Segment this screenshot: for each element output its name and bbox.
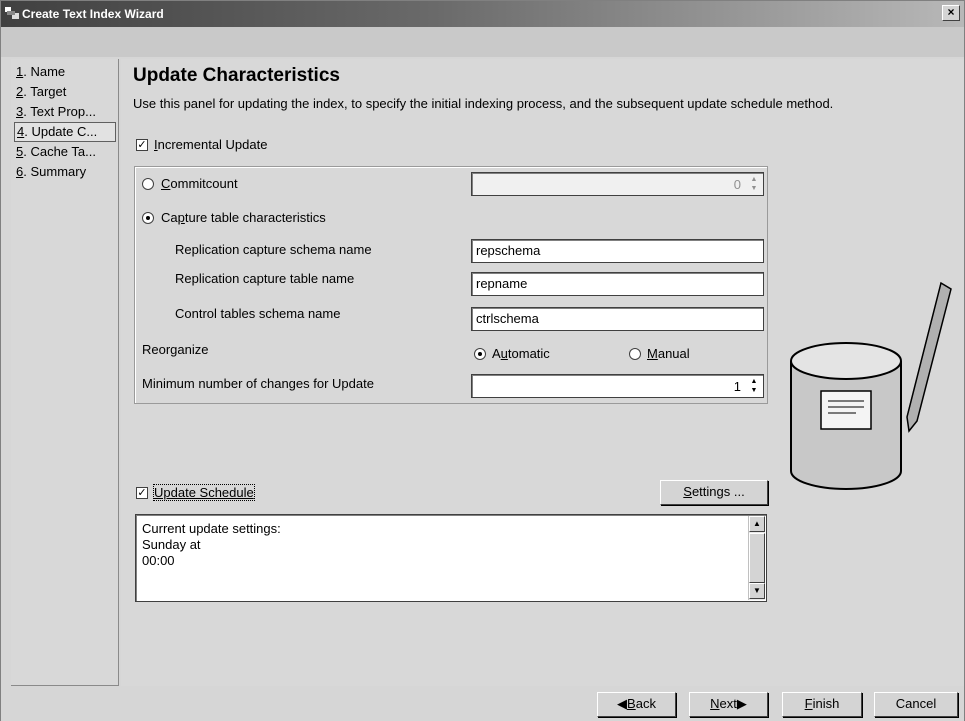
next-button[interactable]: Next▶ (689, 692, 768, 717)
incremental-update-label[interactable]: Incremental Update (154, 137, 267, 152)
database-pencil-illustration (790, 281, 952, 490)
cancel-button[interactable]: Cancel (874, 692, 958, 717)
reorganize-automatic-label[interactable]: Automatic (492, 346, 550, 361)
spin-down-icon[interactable]: ▼ (747, 184, 761, 193)
commitcount-label[interactable]: Commitcount (161, 176, 238, 191)
capture-table-radio[interactable] (142, 212, 154, 224)
update-options-group: Commitcount 0 ▲ ▼ Capture table characte… (134, 166, 768, 404)
settings-line: Sunday at (142, 537, 201, 552)
nav-step-name[interactable]: 1. Name (14, 63, 116, 83)
wizard-app-icon (5, 7, 19, 19)
finish-button[interactable]: Finish (782, 692, 862, 717)
min-changes-spin-buttons[interactable]: ▲ ▼ (747, 377, 761, 395)
reorganize-manual-label[interactable]: Manual (647, 346, 690, 361)
min-changes-value: 1 (733, 379, 741, 394)
window-title: Create Text Index Wizard (22, 7, 164, 21)
settings-line: Current update settings: (142, 521, 281, 536)
capture-schema-label: Replication capture schema name (175, 242, 372, 257)
update-schedule-checkbox[interactable]: ✓ (136, 487, 148, 499)
spin-up-icon[interactable]: ▲ (747, 377, 761, 386)
nav-step-summary[interactable]: 6. Summary (14, 163, 116, 183)
header-band (1, 27, 964, 57)
reorganize-label: Reorganize (142, 342, 209, 357)
spin-up-icon[interactable]: ▲ (747, 175, 761, 184)
scroll-thumb[interactable] (749, 533, 765, 583)
close-button[interactable]: × (942, 5, 960, 21)
capture-table-label[interactable]: Capture table characteristics (161, 210, 326, 225)
back-button[interactable]: ◀Back (597, 692, 676, 717)
min-changes-spinner[interactable]: 1 ▲ ▼ (471, 374, 764, 398)
wizard-window: Create Text Index Wizard × 1. Name 2. Ta… (0, 0, 965, 721)
capture-table-name-input[interactable]: repname (471, 272, 764, 296)
current-settings-textarea[interactable]: Current update settings: Sunday at 00:00… (135, 514, 767, 602)
vertical-scrollbar[interactable]: ▲ ▼ (748, 516, 765, 600)
nav-step-text-properties[interactable]: 3. Text Prop... (14, 103, 116, 123)
incremental-update-checkbox[interactable]: ✓ (136, 139, 148, 151)
nav-step-update-characteristics[interactable]: 4. Update C... (14, 122, 116, 142)
reorganize-manual-radio[interactable] (629, 348, 641, 360)
settings-line: 00:00 (142, 553, 175, 568)
spin-down-icon[interactable]: ▼ (747, 386, 761, 395)
commitcount-spinner[interactable]: 0 ▲ ▼ (471, 172, 764, 196)
wizard-step-nav: 1. Name 2. Target 3. Text Prop... 4. Upd… (11, 59, 119, 686)
next-arrow-icon: ▶ (736, 696, 747, 711)
page-title: Update Characteristics (133, 65, 340, 86)
title-bar: Create Text Index Wizard × (1, 1, 964, 27)
back-arrow-icon: ◀ (617, 696, 628, 711)
commitcount-spin-buttons[interactable]: ▲ ▼ (747, 175, 761, 193)
page-description: Use this panel for updating the index, t… (133, 96, 834, 111)
scroll-up-icon[interactable]: ▲ (749, 516, 765, 532)
commitcount-value: 0 (733, 177, 741, 192)
nav-step-cache-table[interactable]: 5. Cache Ta... (14, 143, 116, 163)
control-schema-label: Control tables schema name (175, 306, 341, 321)
control-schema-input[interactable]: ctrlschema (471, 307, 764, 331)
min-changes-label: Minimum number of changes for Update (142, 376, 374, 391)
capture-schema-input[interactable]: repschema (471, 239, 764, 263)
nav-step-target[interactable]: 2. Target (14, 83, 116, 103)
commitcount-radio[interactable] (142, 178, 154, 190)
button-bar: ◀Back Next▶ Finish Cancel (1, 688, 964, 721)
close-icon: × (947, 5, 955, 19)
reorganize-automatic-radio[interactable] (474, 348, 486, 360)
capture-table-name-label: Replication capture table name (175, 271, 355, 286)
settings-button[interactable]: Settings ... (660, 480, 768, 505)
update-schedule-label[interactable]: Update Schedule (153, 484, 255, 501)
scroll-down-icon[interactable]: ▼ (749, 583, 765, 599)
